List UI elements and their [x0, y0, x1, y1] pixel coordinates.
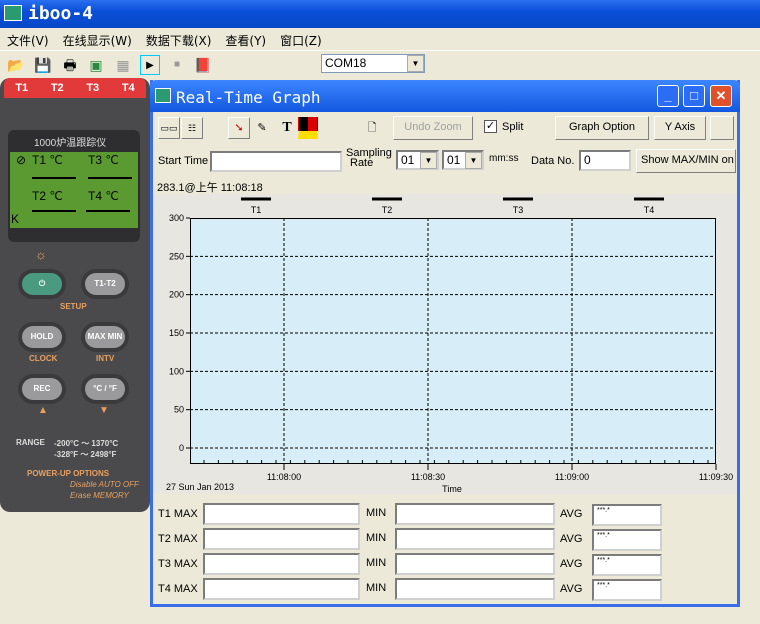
legend-label-t1: T1 [251, 205, 262, 215]
min-label: MIN [366, 557, 387, 569]
y-tick-label: 0 [179, 443, 184, 453]
t4-avg-field[interactable]: ***.* [592, 579, 662, 601]
x-tick-label: 11:08:00 [267, 472, 301, 482]
date-label: 27 Sun Jan 2013 [166, 482, 235, 492]
t1-min-field[interactable] [395, 503, 555, 525]
avg-label: AVG [560, 558, 583, 570]
legend-label-t4: T4 [644, 205, 655, 215]
x-tick-label: 11:09:30 [699, 472, 733, 482]
t1-max-field[interactable] [203, 503, 360, 525]
min-label: MIN [366, 507, 387, 519]
t1-avg-field[interactable]: ***.* [592, 504, 662, 526]
t4-min-field[interactable] [395, 578, 555, 600]
y-tick-label: 150 [169, 328, 184, 338]
y-tick-label: 100 [169, 366, 184, 376]
legend-label-t2: T2 [382, 205, 393, 215]
t2-max-label: T2 MAX [158, 533, 198, 545]
t2-min-field[interactable] [395, 528, 555, 550]
t4-max-field[interactable] [203, 578, 360, 600]
min-label: MIN [366, 532, 387, 544]
x-tick-label: 11:09:00 [555, 472, 589, 482]
avg-label: AVG [560, 583, 583, 595]
t3-max-label: T3 MAX [158, 558, 198, 570]
t3-max-field[interactable] [203, 553, 360, 575]
x-axis-label: Time [442, 484, 462, 494]
t3-avg-field[interactable]: ***.* [592, 554, 662, 576]
t2-max-field[interactable] [203, 528, 360, 550]
y-tick-label: 300 [169, 213, 184, 223]
t4-max-label: T4 MAX [158, 583, 198, 595]
avg-label: AVG [560, 533, 583, 545]
x-tick-label: 11:08:30 [411, 472, 445, 482]
y-tick-label: 50 [174, 405, 184, 415]
y-tick-label: 200 [169, 290, 184, 300]
t2-avg-field[interactable]: ***.* [592, 529, 662, 551]
t3-min-field[interactable] [395, 553, 555, 575]
min-label: MIN [366, 582, 387, 594]
legend-label-t3: T3 [513, 205, 524, 215]
y-tick-label: 250 [169, 251, 184, 261]
t1-max-label: T1 MAX [158, 508, 198, 520]
avg-label: AVG [560, 508, 583, 520]
